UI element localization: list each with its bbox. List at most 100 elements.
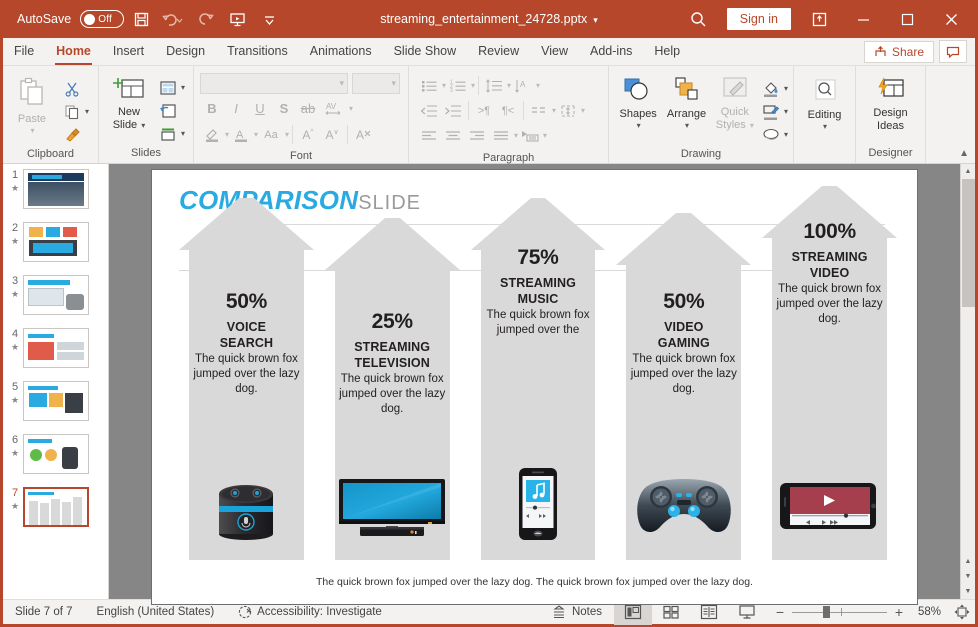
editing-chevron-down-icon[interactable]: ▾	[823, 122, 827, 131]
text-direction-button[interactable]: A	[511, 74, 535, 97]
editing-button[interactable]: Editing ▾	[799, 75, 850, 133]
slide-thumbnail-pane[interactable]: 1 ★ 2 ★ 3 ★ 4 ★ 5 ★ 6 ★ 7 ★	[3, 164, 109, 599]
slide-thumbnail-2[interactable]: 2 ★	[3, 222, 108, 275]
numbering-chevron-down-icon[interactable]: ▾	[471, 81, 475, 90]
comparison-column-2[interactable]: 25% STREAMING TELEVISION The quick brown …	[324, 218, 460, 560]
previous-slide-icon[interactable]: ▲	[961, 554, 976, 569]
zoom-out-button[interactable]: −	[774, 604, 786, 620]
bullets-button[interactable]	[417, 74, 441, 97]
vertical-scrollbar[interactable]: ▲ ▲ ▼ ▼	[960, 164, 975, 599]
tab-home[interactable]: Home	[45, 39, 102, 65]
rtl-text-direction-button[interactable]: ¶<	[496, 99, 520, 122]
thumbnail-preview[interactable]	[23, 381, 89, 421]
increase-indent-button[interactable]	[441, 99, 465, 122]
shape-effects-button[interactable]	[759, 123, 783, 146]
ltr-text-direction-button[interactable]: >¶	[472, 99, 496, 122]
section-button[interactable]	[156, 122, 180, 145]
tab-file[interactable]: File	[3, 39, 45, 65]
sign-in-button[interactable]: Sign in	[726, 8, 791, 30]
layout-chevron-down-icon[interactable]: ▾	[181, 83, 185, 92]
start-presentation-icon[interactable]	[222, 5, 252, 33]
scroll-track[interactable]	[961, 179, 976, 554]
numbering-button[interactable]: 123	[446, 74, 470, 97]
slide-thumbnail-7[interactable]: 7 ★	[3, 487, 108, 540]
align-center-button[interactable]	[441, 124, 465, 147]
shape-fill-button[interactable]	[759, 77, 783, 100]
decrease-indent-button[interactable]	[417, 99, 441, 122]
tab-animations[interactable]: Animations	[299, 39, 383, 65]
arrange-button[interactable]: Arrange ▾	[662, 74, 710, 132]
thumbnail-preview-selected[interactable]	[23, 487, 89, 527]
section-chevron-down-icon[interactable]: ▾	[181, 129, 185, 138]
next-slide-icon[interactable]: ▼	[961, 569, 976, 584]
reset-slide-button[interactable]	[156, 99, 180, 122]
line-spacing-button[interactable]	[482, 74, 506, 97]
slide-thumbnail-5[interactable]: 5 ★	[3, 381, 108, 434]
align-left-button[interactable]	[417, 124, 441, 147]
slide-editing-surface[interactable]: COMPARISONSLIDE 50% VOICE SEARCH The quic…	[152, 170, 917, 604]
fit-slide-to-window-button[interactable]	[949, 600, 975, 625]
title-caret-icon[interactable]: ▾	[593, 15, 598, 25]
layout-button[interactable]	[156, 76, 180, 99]
comparison-column-1[interactable]: 50% VOICE SEARCH The quick brown fox jump…	[179, 198, 314, 560]
minimize-icon[interactable]	[841, 0, 885, 38]
tab-help[interactable]: Help	[643, 39, 691, 65]
customize-qat-icon[interactable]	[254, 5, 284, 33]
slide-counter[interactable]: Slide 7 of 7	[3, 600, 85, 624]
maximize-icon[interactable]	[885, 0, 929, 38]
redo-icon[interactable]	[190, 5, 220, 33]
thumbnail-preview[interactable]	[23, 222, 89, 262]
new-slide-button[interactable]: New Slide ▾	[104, 74, 154, 134]
tab-view[interactable]: View	[530, 39, 579, 65]
smartart-chevron-down-icon[interactable]: ▾	[543, 131, 547, 140]
thumbnail-preview[interactable]	[23, 275, 89, 315]
close-icon[interactable]	[929, 0, 973, 38]
font-family-select[interactable]: ▾	[200, 73, 348, 94]
text-shadow-button[interactable]: S	[272, 97, 296, 120]
shape-outline-chevron-down-icon[interactable]: ▾	[784, 107, 788, 116]
thumbnail-preview[interactable]	[23, 328, 89, 368]
comparison-column-5[interactable]: 100% STREAMING VIDEO The quick brown fox …	[762, 186, 897, 560]
arrange-chevron-down-icon[interactable]: ▾	[685, 121, 689, 130]
thumbnail-preview[interactable]	[23, 434, 89, 474]
align-right-button[interactable]	[465, 124, 489, 147]
autosave-toggle[interactable]: Off	[80, 10, 125, 28]
scroll-thumb[interactable]	[961, 179, 975, 307]
shape-effects-chevron-down-icon[interactable]: ▾	[784, 130, 788, 139]
tab-transitions[interactable]: Transitions	[216, 39, 299, 65]
character-spacing-chevron-down-icon[interactable]: ▾	[349, 104, 353, 113]
copy-button[interactable]	[60, 100, 84, 123]
change-case-button[interactable]: Aa	[258, 123, 284, 146]
zoom-percent-label[interactable]: 58%	[911, 606, 941, 618]
font-size-select[interactable]: ▾	[352, 73, 400, 94]
tab-slide-show[interactable]: Slide Show	[383, 39, 468, 65]
justify-button[interactable]	[489, 124, 513, 147]
slide-thumbnail-3[interactable]: 3 ★	[3, 275, 108, 328]
quick-styles-button[interactable]: Quick Styles ▾	[711, 74, 759, 134]
format-painter-button[interactable]	[60, 123, 84, 146]
text-direction-chevron-down-icon[interactable]: ▾	[536, 81, 540, 90]
slide-thumbnail-6[interactable]: 6 ★	[3, 434, 108, 487]
convert-to-smartart-button[interactable]	[518, 124, 542, 147]
increase-font-size-button[interactable]: A^	[296, 123, 320, 146]
zoom-in-button[interactable]: +	[893, 604, 905, 620]
tab-design[interactable]: Design	[155, 39, 216, 65]
tab-insert[interactable]: Insert	[102, 39, 155, 65]
shape-outline-button[interactable]	[759, 100, 783, 123]
scroll-down-icon[interactable]: ▼	[961, 584, 976, 599]
comparison-column-3[interactable]: 75% STREAMING MUSIC The quick brown fox j…	[470, 198, 606, 560]
tab-review[interactable]: Review	[467, 39, 530, 65]
bold-button[interactable]: B	[200, 97, 224, 120]
font-color-button[interactable]: A	[229, 123, 253, 146]
cut-button[interactable]	[60, 77, 84, 100]
clear-formatting-button[interactable]: A	[351, 123, 375, 146]
columns-button[interactable]	[527, 99, 551, 122]
paste-chevron-down-icon[interactable]: ▾	[30, 126, 34, 135]
collapse-ribbon-icon[interactable]: ▲	[959, 148, 969, 159]
scroll-up-icon[interactable]: ▲	[961, 164, 976, 179]
search-icon[interactable]	[677, 0, 721, 38]
text-highlight-button[interactable]	[200, 123, 224, 146]
paste-button[interactable]: Paste ▾	[8, 75, 56, 137]
design-ideas-button[interactable]: Design Ideas	[864, 75, 918, 135]
zoom-slider[interactable]	[792, 605, 887, 619]
